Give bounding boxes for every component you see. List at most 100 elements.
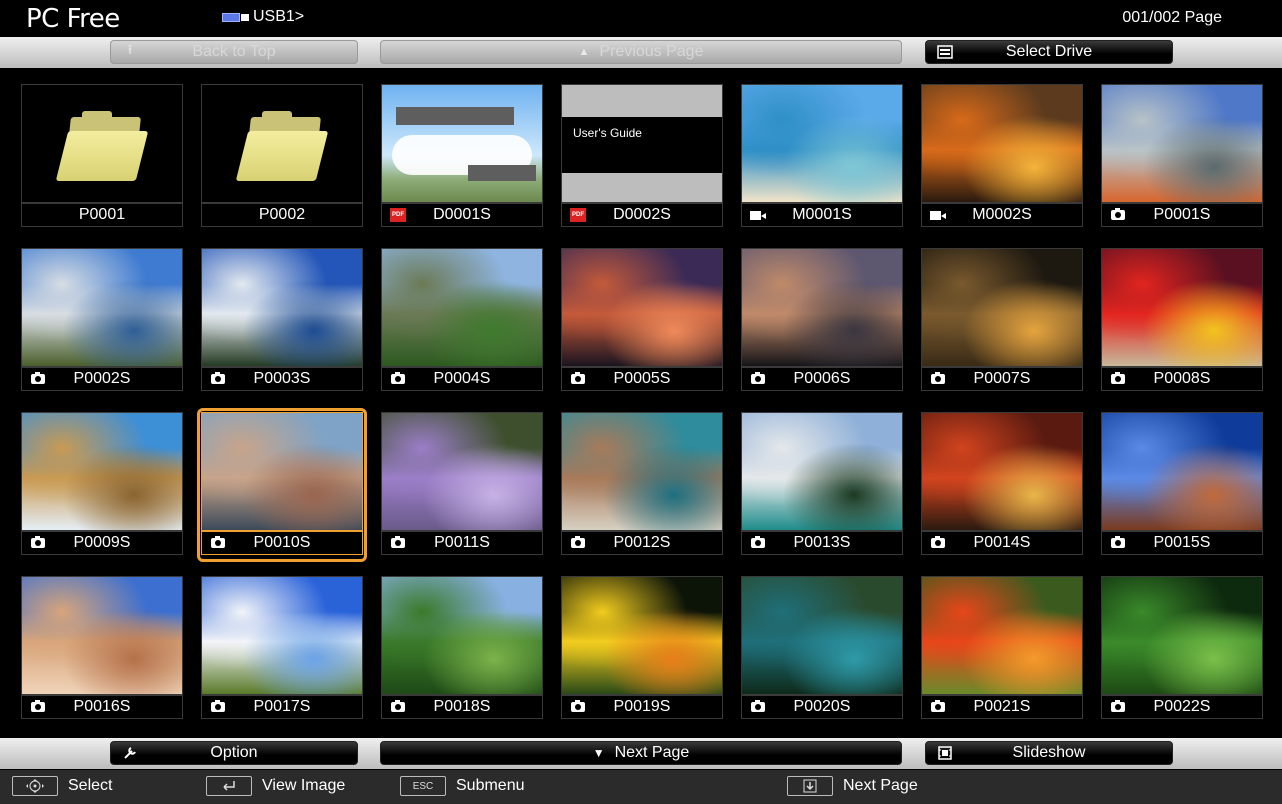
file-name: P0002 [258,206,306,223]
thumbnail [381,412,543,531]
drive-label: USB1> [253,8,305,25]
previous-page-label: Previous Page [599,43,704,60]
file-name-label: P0018S [381,695,543,719]
file-name: P0002S [73,370,131,387]
camera-icon [391,372,405,384]
thumbnail [561,576,723,695]
file-tile[interactable]: P0022S [1101,576,1263,722]
pdf-icon: PDF [390,208,406,222]
folder-tile[interactable]: P0002 [201,84,363,230]
file-tile[interactable]: P0004S [381,248,543,394]
thumbnail [741,412,903,531]
top-toolbar: ⭱ Back to Top ▲ Previous Page Select Dri… [0,37,1282,68]
file-name-label: P0001S [1101,203,1263,227]
triangle-down-icon: ▼ [592,746,605,760]
file-name: M0001S [792,206,852,223]
back-to-top-button[interactable]: ⭱ Back to Top [110,40,358,64]
drive-icon [936,44,954,60]
triangle-up-icon: ▲ [578,46,590,58]
file-name-label: M0002S [921,203,1083,227]
file-name-label: P0001 [21,203,183,227]
slideshow-label: Slideshow [1012,744,1086,761]
file-name: P0016S [73,698,131,715]
thumbnail [381,576,543,695]
wrench-icon [121,745,139,761]
camera-icon [211,700,225,712]
file-name-label: P0010S [201,531,363,555]
file-tile[interactable]: M0002S [921,84,1083,230]
camera-icon [571,536,585,548]
camera-icon [391,700,405,712]
file-tile[interactable]: P0017S [201,576,363,722]
camera-icon [31,372,45,384]
file-name: P0009S [73,534,131,551]
file-tile[interactable]: P0012S [561,412,723,558]
previous-page-button[interactable]: ▲ Previous Page [380,40,902,64]
file-tile[interactable]: P0021S [921,576,1083,722]
file-name-label: P0007S [921,367,1083,391]
file-name-label: P0006S [741,367,903,391]
file-name: P0019S [613,698,671,715]
file-tile[interactable]: P0008S [1101,248,1263,394]
file-tile[interactable]: P0011S [381,412,543,558]
file-tile[interactable]: P0005S [561,248,723,394]
camera-icon [571,372,585,384]
file-name-label: P0019S [561,695,723,719]
file-tile[interactable]: P0006S [741,248,903,394]
file-name-label: P0016S [21,695,183,719]
option-label: Option [210,744,258,761]
back-to-top-label: Back to Top [192,43,276,60]
file-tile[interactable]: PDF D0001S [381,84,543,230]
thumbnail [1101,412,1263,531]
file-tile[interactable]: P0020S [741,576,903,722]
file-tile[interactable]: P0019S [561,576,723,722]
usb-drive-icon [222,12,250,23]
movie-camera-icon [750,211,766,220]
movie-camera-icon [930,211,946,220]
file-name-label: P0002S [21,367,183,391]
file-tile[interactable]: P0003S [201,248,363,394]
pdf-icon: PDF [570,208,586,222]
hint-submenu-label: Submenu [456,777,525,794]
camera-icon [931,372,945,384]
file-name: P0022S [1153,698,1211,715]
folder-tile[interactable]: P0001 [21,84,183,230]
hint-view-image: View Image [206,776,345,796]
file-tile[interactable]: P0013S [741,412,903,558]
file-tile[interactable]: P0001S [1101,84,1263,230]
file-tile[interactable]: P0009S [21,412,183,558]
file-name: P0001 [78,206,126,223]
hint-next-page-label: Next Page [843,777,918,794]
camera-icon [751,700,765,712]
file-name: P0021S [973,698,1031,715]
thumbnail [921,576,1083,695]
file-name-label: P0021S [921,695,1083,719]
file-tile[interactable]: M0001S [741,84,903,230]
status-bar: Select View Image ESC Submenu Next Page [0,770,1282,804]
file-tile[interactable]: User's Guide PDF D0002S [561,84,723,230]
camera-icon [211,372,225,384]
camera-icon [1111,700,1125,712]
select-drive-button[interactable]: Select Drive [925,40,1173,64]
file-name: P0006S [793,370,851,387]
app-title: PC Free [26,4,120,34]
file-name-label: P0012S [561,531,723,555]
file-name: P0018S [433,698,491,715]
file-tile[interactable]: P0018S [381,576,543,722]
file-tile[interactable]: P0007S [921,248,1083,394]
camera-icon [31,536,45,548]
file-tile[interactable]: P0014S [921,412,1083,558]
file-tile[interactable]: P0016S [21,576,183,722]
thumbnail [201,84,363,203]
file-tile[interactable]: P0010S [197,408,367,562]
thumbnail [741,84,903,203]
file-tile[interactable]: P0015S [1101,412,1263,558]
option-button[interactable]: Option [110,741,358,765]
camera-icon [931,536,945,548]
slideshow-button[interactable]: Slideshow [925,741,1173,765]
folder-icon [235,111,329,183]
up-arrow-icon: ⭱ [127,42,133,57]
thumbnail [201,248,363,367]
file-tile[interactable]: P0002S [21,248,183,394]
next-page-button[interactable]: ▼ Next Page [380,741,902,765]
